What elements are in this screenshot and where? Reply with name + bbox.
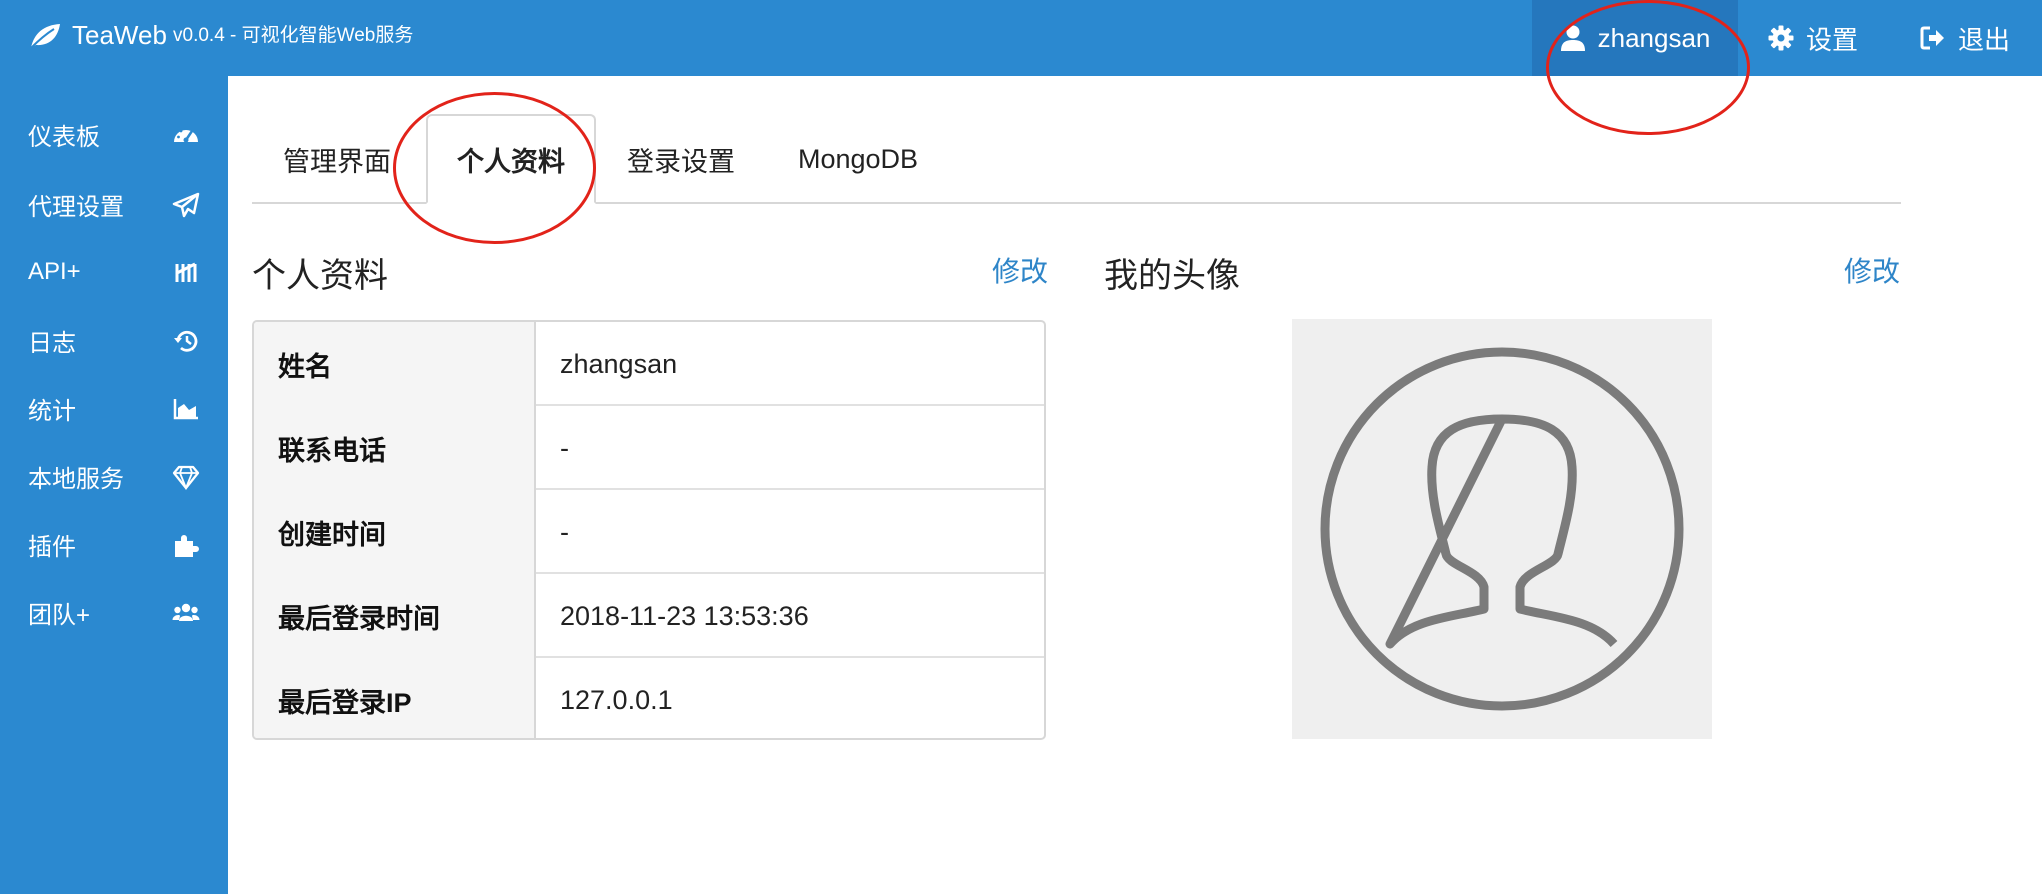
row-key: 最后登录时间 bbox=[254, 574, 536, 658]
table-row: 最后登录IP 127.0.0.1 bbox=[254, 658, 1044, 738]
sidebar: 仪表板 代理设置 API+ 日志 统计 本地服务 插件 团队+ bbox=[0, 76, 228, 894]
table-row: 姓名 zhangsan bbox=[254, 322, 1044, 406]
row-key: 最后登录IP bbox=[254, 658, 536, 738]
logout-link[interactable]: 退出 bbox=[1920, 0, 2010, 76]
sidebar-item-api[interactable]: API+ bbox=[0, 242, 228, 302]
table-row: 联系电话 - bbox=[254, 406, 1044, 490]
tab-admin-ui[interactable]: 管理界面 bbox=[283, 114, 391, 204]
sidebar-item-label: 本地服务 bbox=[28, 465, 124, 493]
sidebar-item-plugins[interactable]: 插件 bbox=[0, 514, 228, 574]
table-row: 创建时间 - bbox=[254, 490, 1044, 574]
area-chart-icon bbox=[173, 399, 198, 420]
row-key: 姓名 bbox=[254, 322, 536, 406]
row-value: 127.0.0.1 bbox=[560, 684, 673, 715]
sidebar-item-dashboard[interactable]: 仪表板 bbox=[0, 104, 228, 164]
history-icon bbox=[174, 330, 198, 352]
api-icon bbox=[175, 262, 197, 282]
user-menu-label: zhangsan bbox=[1597, 22, 1711, 53]
tab-mongodb[interactable]: MongoDB bbox=[798, 114, 918, 204]
user-menu-button[interactable]: zhangsan bbox=[1532, 0, 1738, 76]
sidebar-item-local-services[interactable]: 本地服务 bbox=[0, 446, 228, 506]
edit-profile-link[interactable]: 修改 bbox=[992, 250, 1048, 290]
sidebar-item-label: 代理设置 bbox=[28, 193, 124, 221]
sign-out-icon bbox=[1920, 26, 1944, 50]
row-key: 联系电话 bbox=[254, 406, 536, 490]
users-icon bbox=[172, 603, 200, 621]
tachometer-icon bbox=[174, 127, 198, 143]
avatar bbox=[1292, 319, 1712, 739]
tab-label: MongoDB bbox=[798, 143, 919, 174]
tab-label: 登录设置 bbox=[627, 146, 735, 177]
tab-login-settings[interactable]: 登录设置 bbox=[627, 114, 735, 204]
table-row: 最后登录时间 2018-11-23 13:53:36 bbox=[254, 574, 1044, 658]
avatar-section-title: 我的头像 bbox=[1104, 257, 1240, 295]
leaf-logo-icon bbox=[30, 23, 60, 49]
diamond-icon bbox=[172, 465, 200, 490]
edit-avatar-link[interactable]: 修改 bbox=[1844, 250, 1900, 290]
sidebar-item-proxy[interactable]: 代理设置 bbox=[0, 174, 228, 234]
sidebar-item-label: 插件 bbox=[28, 533, 76, 561]
paper-plane-icon bbox=[172, 192, 200, 218]
profile-table: 姓名 zhangsan 联系电话 - 创建时间 - 最后登录时间 2018-11… bbox=[252, 320, 1046, 740]
top-navbar: TeaWeb v0.0.4 - 可视化智能Web服务 zhangsan 设置 退… bbox=[0, 0, 2042, 76]
settings-link[interactable]: 设置 bbox=[1768, 0, 1858, 76]
brand-name: TeaWeb bbox=[72, 20, 167, 50]
logout-label: 退出 bbox=[1958, 24, 2011, 55]
tab-label: 管理界面 bbox=[283, 146, 391, 177]
sidebar-item-team[interactable]: 团队+ bbox=[0, 582, 228, 642]
gear-icon bbox=[1768, 25, 1794, 51]
profile-section-title: 个人资料 bbox=[252, 257, 388, 295]
row-value: - bbox=[560, 516, 569, 547]
sidebar-item-label: 统计 bbox=[28, 397, 76, 425]
puzzle-icon bbox=[175, 535, 199, 557]
version-text: v0.0.4 - 可视化智能Web服务 bbox=[173, 25, 414, 46]
row-value: zhangsan bbox=[560, 348, 678, 379]
user-icon bbox=[1560, 25, 1585, 51]
tab-profile[interactable]: 个人资料 bbox=[426, 114, 596, 204]
sidebar-item-label: 团队+ bbox=[28, 601, 91, 629]
row-value: 2018-11-23 13:53:36 bbox=[560, 600, 809, 631]
sidebar-item-stats[interactable]: 统计 bbox=[0, 378, 228, 438]
settings-label: 设置 bbox=[1806, 24, 1859, 55]
tab-label: 个人资料 bbox=[457, 146, 565, 177]
row-key: 创建时间 bbox=[254, 490, 536, 574]
row-value: - bbox=[560, 432, 569, 463]
sidebar-item-label: 日志 bbox=[28, 329, 76, 357]
sidebar-item-label: 仪表板 bbox=[28, 123, 100, 151]
brand[interactable]: TeaWeb bbox=[28, 20, 167, 51]
sidebar-item-logs[interactable]: 日志 bbox=[0, 310, 228, 370]
sidebar-item-label: API+ bbox=[28, 258, 81, 285]
default-avatar-icon bbox=[1320, 347, 1684, 711]
